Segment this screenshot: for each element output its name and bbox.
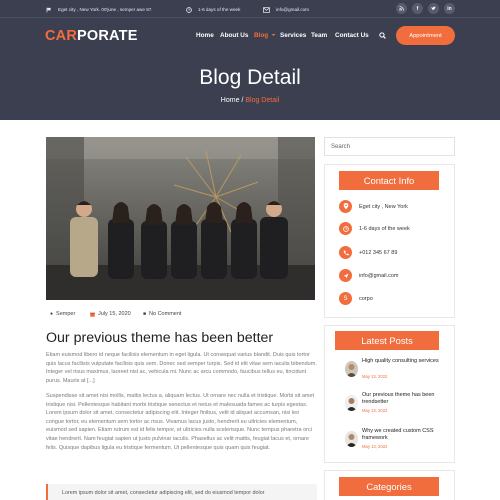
- top-info-bar: Eget city , New York. 00'june , semper a…: [0, 0, 500, 18]
- nav-blog[interactable]: Blog: [254, 32, 276, 39]
- post-title: Our previous theme has been better: [46, 330, 274, 346]
- topbar-hours-text: 1-6 days of the week: [198, 7, 241, 12]
- latest-post-title: Why we created custom CSS framework: [362, 428, 434, 441]
- contact-email[interactable]: info@gmail.com: [339, 269, 449, 282]
- post-blockquote: Lorem ipsum dolor sit amet, consectetur …: [46, 484, 317, 500]
- nav-services[interactable]: Services: [280, 32, 306, 39]
- user-icon: ●: [50, 311, 54, 317]
- post-date-text: July 15, 2020: [98, 311, 131, 317]
- nav-blog-label: Blog: [254, 32, 269, 39]
- post-author-name: Semper: [56, 311, 76, 317]
- topbar-email-text: info@gmail.com: [276, 7, 310, 12]
- latest-post-date: May 13, 2022: [362, 374, 388, 379]
- contact-phone[interactable]: +012 345 67 89: [339, 246, 449, 259]
- envelope-icon: [263, 6, 270, 13]
- post-comments-text: No Comment: [149, 311, 182, 317]
- post-comments[interactable]: ■ No Comment: [143, 311, 181, 317]
- breadcrumb-home[interactable]: Home: [221, 97, 240, 104]
- site-logo[interactable]: CARPORATE: [45, 28, 138, 44]
- latest-posts-title: Latest Posts: [335, 331, 439, 350]
- comment-icon: ■: [143, 311, 147, 317]
- latest-post-item[interactable]: Why we created custom CSS framework May …: [339, 428, 453, 450]
- phone-icon: [339, 246, 352, 259]
- contact-info-title: Contact Info: [339, 171, 439, 190]
- post-date: July 15, 2020: [90, 311, 131, 317]
- latest-post-date: May 13, 2022: [362, 408, 388, 413]
- search-icon[interactable]: [379, 32, 386, 39]
- nav-team[interactable]: Team: [311, 32, 327, 39]
- breadcrumb: Home / Blog Detail: [0, 97, 500, 104]
- send-icon: [339, 269, 352, 282]
- latest-post-title: Our previous theme has been trendsetter: [362, 392, 435, 405]
- latest-post-thumbnail: [345, 395, 358, 411]
- nav-about[interactable]: About Us: [220, 32, 248, 39]
- breadcrumb-current: Blog Detail: [245, 97, 280, 104]
- latest-post-item[interactable]: High quality consulting services May 13,…: [339, 358, 453, 380]
- linkedin-icon[interactable]: in: [444, 3, 455, 14]
- contact-hours: 1-6 days of the week: [339, 222, 449, 235]
- breadcrumb-separator: /: [241, 97, 244, 104]
- contact-address: Eget city , New York: [339, 200, 449, 213]
- search-placeholder: Search: [331, 144, 351, 150]
- latest-post-thumbnail: [345, 431, 358, 447]
- latest-post-date: May 13, 2022: [362, 444, 388, 449]
- contact-skype[interactable]: S corpo: [339, 292, 449, 305]
- page-title: Blog Detail: [199, 66, 301, 89]
- logo-accent: CAR: [45, 28, 78, 44]
- caret-down-icon: [271, 34, 276, 36]
- topbar-address: Eget city , New York. 00'june , semper a…: [46, 5, 153, 14]
- map-pin-icon: [339, 200, 352, 213]
- latest-post-title: High quality consulting services: [362, 358, 439, 364]
- latest-post-item[interactable]: Our previous theme has been trendsetter …: [339, 392, 453, 414]
- sidebar-search-input[interactable]: Search: [324, 137, 455, 156]
- rss-icon[interactable]: [396, 3, 407, 14]
- contact-skype-text: corpo: [359, 295, 373, 302]
- post-blockquote-text: Lorem ipsum dolor sit amet, consectetur …: [62, 490, 265, 496]
- page-header: Eget city , New York. 00'june , semper a…: [0, 0, 500, 120]
- flag-icon: [46, 7, 52, 12]
- clock-icon: [186, 6, 192, 13]
- logo-rest: PORATE: [77, 28, 138, 44]
- post-paragraph-2: Suspendisse sit amet nisi mollis, mattis…: [46, 393, 315, 451]
- facebook-icon[interactable]: f: [412, 3, 423, 14]
- nav-home[interactable]: Home: [196, 32, 214, 39]
- latest-post-thumbnail: [345, 361, 358, 377]
- appointment-button[interactable]: Appointment: [396, 26, 455, 45]
- contact-hours-text: 1-6 days of the week: [359, 225, 410, 232]
- topbar-email[interactable]: info@gmail.com: [263, 5, 309, 14]
- topbar-address-text: Eget city , New York. 00'june , semper a…: [58, 7, 153, 12]
- clock-icon: [339, 222, 352, 235]
- nav-contact[interactable]: Contact Us: [335, 32, 369, 39]
- post-paragraph-1: Etiam euismod libero id neque facilisis …: [46, 352, 317, 384]
- calendar-icon: [90, 312, 95, 317]
- contact-phone-text: +012 345 67 89: [359, 249, 398, 256]
- skype-icon: S: [339, 292, 352, 305]
- twitter-icon[interactable]: [428, 3, 439, 14]
- contact-address-text: Eget city , New York: [359, 203, 408, 210]
- categories-title: Categories: [339, 477, 439, 496]
- post-author[interactable]: ● Semper: [50, 311, 75, 317]
- topbar-hours: 1-6 days of the week: [186, 5, 240, 14]
- post-featured-image: [46, 137, 315, 300]
- contact-email-text: info@gmail.com: [359, 272, 399, 279]
